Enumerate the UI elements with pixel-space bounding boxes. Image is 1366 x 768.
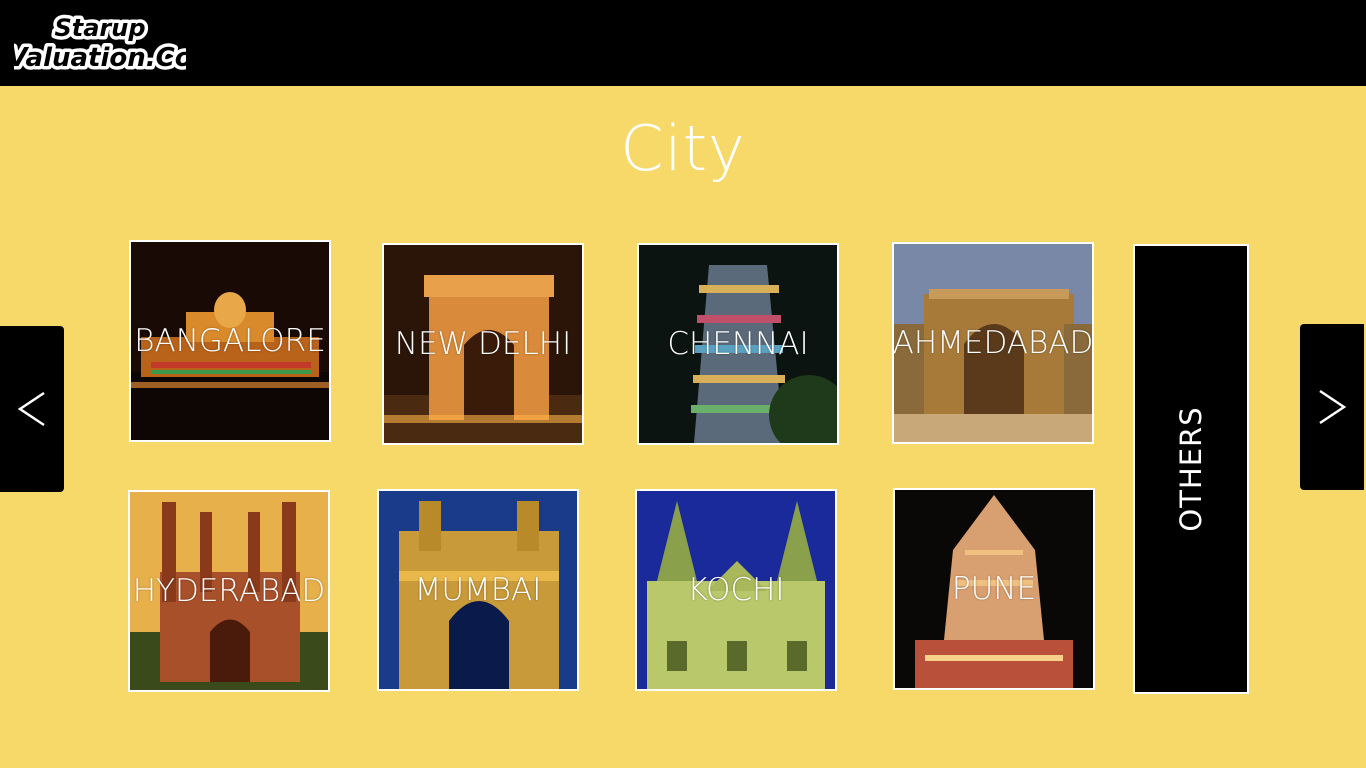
city-label: HYDERABAD [132,573,326,609]
chevron-left-icon [17,391,45,427]
page-title: City [620,112,746,185]
city-tile-pune[interactable]: PUNE [893,488,1095,690]
city-label: BANGALORE [134,323,326,359]
app-logo[interactable]: Starup Starup Valuation.Co Valuation.Co [14,8,186,77]
top-bar: Starup Starup Valuation.Co Valuation.Co [0,0,1366,86]
city-tile-new-delhi[interactable]: NEW DELHI [382,243,584,445]
city-label: KOCHI [687,572,785,608]
city-label: PUNE [951,571,1037,607]
city-label: MUMBAI [414,572,542,608]
city-tile-kochi[interactable]: KOCHI [635,489,837,691]
previous-button[interactable] [0,326,64,492]
chevron-right-icon [1319,389,1347,425]
others-tile[interactable]: OTHERS [1133,244,1249,694]
city-tile-ahmedabad[interactable]: AHMEDABAD [892,242,1094,444]
city-tile-bangalore[interactable]: BANGALORE [129,240,331,442]
logo-line1-fill: Starup [54,14,145,42]
city-tile-hyderabad[interactable]: HYDERABAD [128,490,330,692]
city-tile-chennai[interactable]: CHENNAI [637,243,839,445]
city-label: NEW DELHI [394,326,572,362]
city-label: CHENNAI [667,326,809,362]
others-label: OTHERS [1174,406,1208,532]
city-tile-mumbai[interactable]: MUMBAI [377,489,579,691]
logo-line2-fill: Valuation.Co [14,43,186,73]
city-label: AHMEDABAD [892,325,1094,361]
next-button[interactable] [1300,324,1364,490]
